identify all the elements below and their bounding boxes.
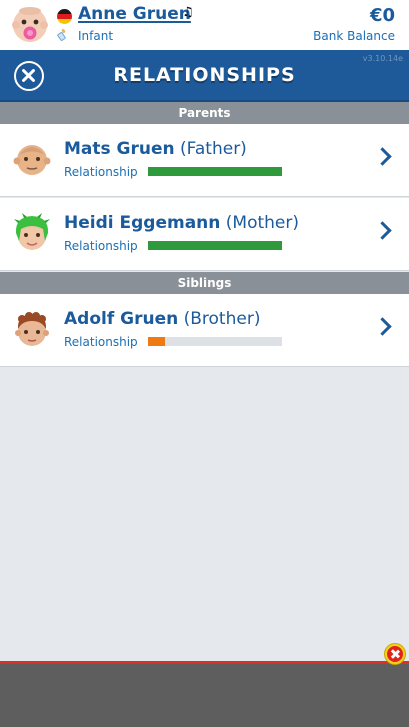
ad-close-button[interactable] — [384, 643, 406, 665]
relation-type: (Brother) — [183, 309, 261, 329]
relation-type: (Father) — [180, 139, 247, 159]
chevron-right-icon[interactable] — [373, 147, 392, 166]
relationship-label: Relationship — [64, 335, 138, 349]
relationship-bar-fill — [148, 167, 282, 176]
chevron-right-icon[interactable] — [373, 221, 392, 240]
relationship-bar-fill — [148, 241, 282, 250]
baby-avatar[interactable] — [11, 6, 49, 44]
germany-flag-icon — [57, 9, 72, 24]
relationship-label: Relationship — [64, 239, 138, 253]
life-stage-label: Infant — [78, 29, 114, 43]
bank-balance-value: €0 — [369, 5, 395, 26]
brother-avatar — [15, 312, 49, 346]
page-header: RELATIONSHIPS v3.10.14e — [0, 50, 409, 102]
mother-avatar — [14, 213, 50, 250]
relationship-row-father[interactable]: Mats Gruen (Father) Relationship — [0, 124, 409, 197]
relation-type: (Mother) — [225, 213, 300, 233]
section-parents: Parents — [0, 102, 409, 124]
character-name[interactable]: Anne Gruen — [78, 4, 191, 24]
version-label: v3.10.14e — [362, 54, 403, 63]
relationship-label: Relationship — [64, 165, 138, 179]
relationship-bar — [148, 337, 282, 346]
relationship-row-brother[interactable]: Adolf Gruen (Brother) Relationship — [0, 294, 409, 367]
person-name: Heidi Eggemann — [64, 213, 221, 233]
relationship-bar — [148, 167, 282, 176]
relationship-bar — [148, 241, 282, 250]
relation-name: Heidi Eggemann (Mother) — [64, 213, 299, 233]
section-siblings: Siblings — [0, 272, 409, 294]
status-bar: Anne Gruen ♫ Infant €0 Bank Balance — [0, 0, 409, 50]
relation-name: Mats Gruen (Father) — [64, 139, 247, 159]
relation-name: Adolf Gruen (Brother) — [64, 309, 260, 329]
close-icon — [387, 646, 403, 662]
relationship-row-mother[interactable]: Heidi Eggemann (Mother) Relationship — [0, 198, 409, 271]
father-avatar — [13, 145, 51, 175]
person-name: Mats Gruen — [64, 139, 175, 159]
music-note-icon: ♫ — [182, 5, 194, 20]
page-title: RELATIONSHIPS — [113, 64, 296, 86]
baby-bottle-icon — [57, 28, 69, 44]
chevron-right-icon[interactable] — [373, 317, 392, 336]
relationship-bar-fill — [148, 337, 166, 346]
person-name: Adolf Gruen — [64, 309, 179, 329]
ad-banner[interactable] — [0, 664, 409, 727]
bank-balance-label: Bank Balance — [313, 29, 395, 43]
